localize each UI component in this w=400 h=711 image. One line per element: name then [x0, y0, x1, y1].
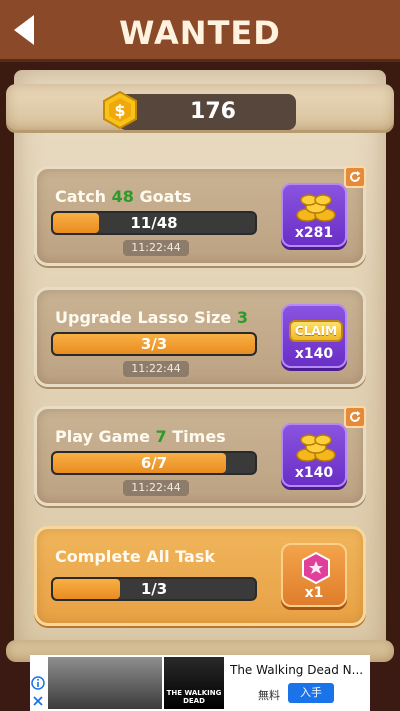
task-card-play-game: Play Game 7 Times 6/7 11:22:44 x140	[34, 406, 366, 506]
reward-count: x140	[294, 346, 334, 362]
dollar-coin-icon: $	[103, 90, 137, 130]
task-title-text: Upgrade Lasso Size	[55, 308, 237, 327]
task-timer: 11:22:44	[123, 480, 189, 496]
task-title: Upgrade Lasso Size 3	[55, 308, 248, 327]
ad-close-icon[interactable]	[30, 693, 46, 709]
reward-button[interactable]: x1	[281, 543, 347, 607]
progress-text: 6/7	[140, 454, 168, 472]
reward-count: x281	[294, 225, 334, 241]
task-title-text: Play Game	[55, 427, 156, 446]
header-bar: WANTED	[0, 0, 400, 62]
refresh-icon[interactable]	[344, 406, 366, 428]
refresh-arrow-icon	[350, 411, 361, 422]
claim-label: CLAIM	[289, 320, 343, 342]
pink-gem-icon	[302, 551, 330, 585]
progress-text: 3/3	[140, 335, 168, 353]
coin-balance: 176	[190, 99, 236, 124]
progress-bar: 6/7	[51, 451, 257, 475]
progress-bar: 3/3	[51, 332, 257, 356]
ad-info-icon[interactable]	[30, 675, 46, 691]
ad-title[interactable]: The Walking Dead N...	[230, 663, 366, 677]
task-card-complete-all: Complete All Task 1/3 x1	[34, 526, 366, 626]
refresh-arrow-icon	[350, 171, 361, 182]
coin-pile-icon	[296, 194, 336, 222]
reward-button[interactable]: x140	[281, 423, 347, 487]
progress-bar: 11/48	[51, 211, 257, 235]
task-title: Complete All Task	[55, 547, 215, 566]
ad-logo-image[interactable]: THE WALKING DEAD	[162, 657, 224, 709]
svg-text:$: $	[114, 101, 125, 120]
task-card-upgrade-lasso: Upgrade Lasso Size 3 3/3 11:22:44 CLAIM …	[34, 287, 366, 387]
ad-price: 無料	[258, 689, 280, 702]
ad-banner[interactable]: THE WALKING DEAD The Walking Dead N... 無…	[30, 655, 370, 711]
task-target-number: 48	[111, 187, 134, 206]
task-title: Play Game 7 Times	[55, 427, 226, 446]
task-title: Catch 48 Goats	[55, 187, 192, 206]
task-card-catch-goats: Catch 48 Goats 11/48 11:22:44 x281	[34, 166, 366, 266]
reward-button[interactable]: x281	[281, 183, 347, 247]
task-timer: 11:22:44	[123, 361, 189, 377]
ad-install-button[interactable]: 入手	[288, 683, 334, 703]
task-title-suffix: Goats	[133, 187, 192, 206]
task-target-number: 3	[236, 308, 248, 327]
refresh-icon[interactable]	[344, 166, 366, 188]
reward-count: x1	[304, 585, 324, 601]
ad-logo-text: THE WALKING DEAD	[166, 689, 222, 705]
progress-bar: 1/3	[51, 577, 257, 601]
task-target-number: 7	[155, 427, 167, 446]
reward-count: x140	[294, 465, 334, 481]
progress-text: 1/3	[140, 580, 168, 598]
coin-pile-icon	[296, 434, 336, 462]
claim-button[interactable]: CLAIM x140	[281, 304, 347, 368]
page-title: WANTED	[119, 14, 281, 52]
progress-text: 11/48	[130, 214, 178, 232]
task-timer: 11:22:44	[123, 240, 189, 256]
task-title-text: Catch	[55, 187, 112, 206]
task-title-suffix: Times	[166, 427, 226, 446]
